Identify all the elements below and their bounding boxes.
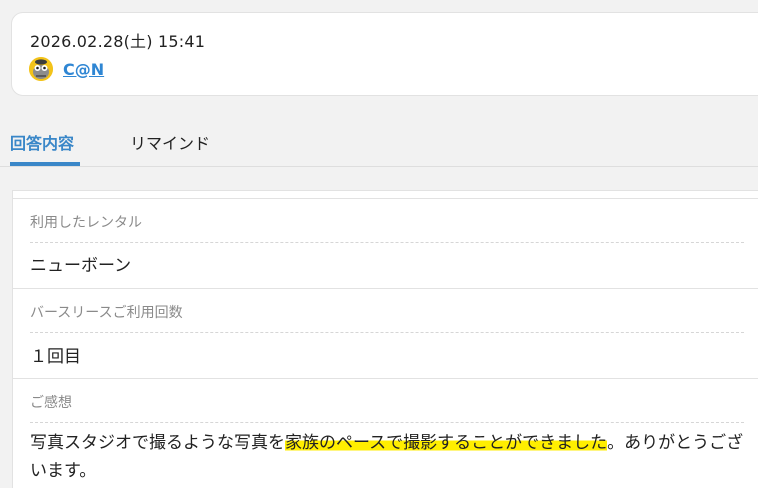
page: 2026.02.28(土) 15:41 C@N 回答内容 リマインド 利用したレ… (0, 0, 758, 488)
user-row: C@N (29, 57, 104, 81)
usage-count-value: １回目 (30, 347, 81, 367)
dashed-divider (30, 242, 744, 243)
rental-label: 利用したレンタル (30, 215, 142, 231)
comment-text-before: 写真スタジオで撮るような写真を (30, 433, 285, 453)
comment-text: 写真スタジオで撮るような写真を家族のペースで撮影することができました。ありがとう… (30, 429, 750, 485)
tab-remind[interactable]: リマインド (130, 130, 210, 154)
dashed-divider (30, 332, 744, 333)
comment-text-highlighted: 家族のペースで撮影することができました (285, 433, 608, 453)
section-divider (13, 198, 758, 199)
character-avatar-icon[interactable] (29, 57, 53, 81)
tab-answer[interactable]: 回答内容 (10, 130, 74, 154)
post-timestamp: 2026.02.28(土) 15:41 (30, 32, 206, 51)
post-header-card: 2026.02.28(土) 15:41 C@N (11, 12, 758, 96)
section-divider (13, 288, 758, 289)
active-tab-indicator (10, 162, 80, 166)
section-divider (13, 378, 758, 379)
tab-bar: 回答内容 リマインド (0, 112, 758, 167)
dashed-divider (30, 422, 744, 423)
username-link[interactable]: C@N (63, 60, 104, 79)
answer-content-card: 利用したレンタル ニューボーン バースリースご利用回数 １回目 ご感想 写真スタ… (12, 190, 758, 488)
usage-count-label: バースリースご利用回数 (30, 305, 183, 321)
rental-value: ニューボーン (30, 256, 132, 276)
comment-label: ご感想 (30, 395, 72, 411)
